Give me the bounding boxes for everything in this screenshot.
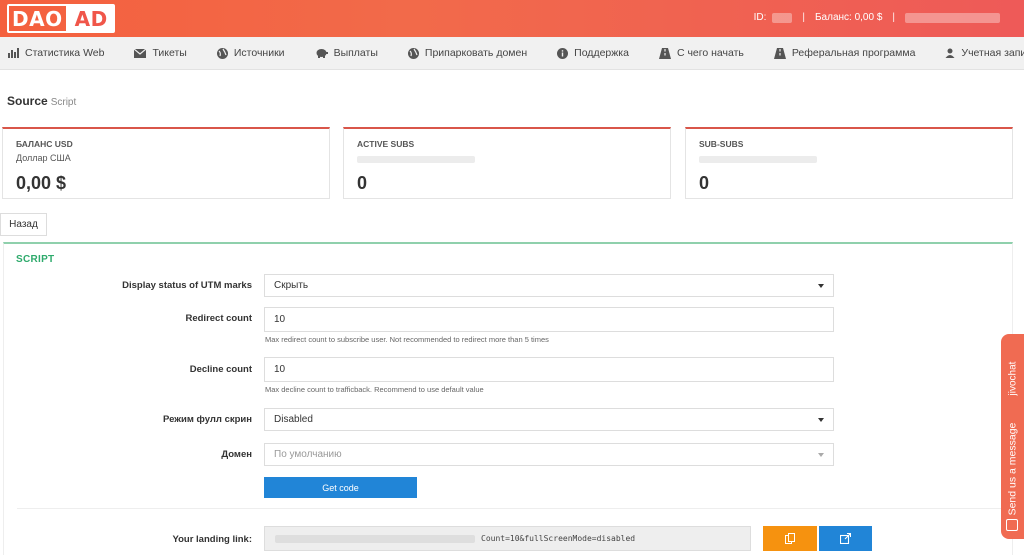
card-label: SUB-SUBS (699, 139, 744, 149)
redirect-count-input[interactable]: 10 (264, 307, 834, 332)
nav-item-getting-started[interactable]: С чего начать (658, 47, 744, 59)
card-value: 0 (699, 173, 710, 193)
panel-title: SCRIPT (16, 254, 55, 265)
domain-label: Домен (221, 449, 252, 460)
redirect-count-label: Redirect count (185, 313, 252, 324)
divider (17, 508, 1009, 509)
chat-icon (1006, 519, 1018, 531)
card-sub-hidden (357, 156, 475, 163)
landing-link-value: Count=10&fullScreenMode=disabled (481, 534, 636, 543)
chat-message-label: Send us a message (1006, 422, 1019, 516)
page-title: Source Script (7, 94, 76, 108)
nav-label: Реферальная программа (791, 47, 916, 59)
fullscreen-mode-label: Режим фулл скрин (163, 414, 252, 425)
decline-count-label: Decline count (189, 364, 252, 375)
user-icon (945, 48, 955, 58)
account-summary: ID: | Баланс: 0,00 $ | (754, 12, 1000, 23)
copy-link-button[interactable] (763, 526, 817, 551)
utm-status-select[interactable]: Скрыть (264, 274, 834, 297)
globe-icon (216, 47, 228, 59)
card-value: 0,00 $ (16, 173, 67, 193)
road-icon (658, 47, 671, 59)
chat-widget[interactable]: jivochat Send us a message (1001, 334, 1024, 539)
input-value: 10 (274, 364, 286, 375)
main-nav: Статистика Web Тикеты Источники Выплаты … (0, 37, 1024, 70)
top-bar: DAO AD ID: | Баланс: 0,00 $ | (0, 0, 1024, 37)
landing-link-hidden-part (275, 534, 475, 543)
nav-label: Выплаты (333, 47, 378, 59)
user-id-label: ID: (753, 12, 767, 23)
separator: | (892, 12, 895, 23)
nav-item-account[interactable]: Учетная запись (945, 47, 1024, 59)
card-value: 0 (357, 173, 368, 193)
stat-card-sub-subs: SUB-SUBS 0 (685, 127, 1013, 199)
landing-link-field[interactable]: Count=10&fullScreenMode=disabled (264, 526, 751, 551)
copy-icon (785, 533, 795, 544)
nav-item-referral[interactable]: Реферальная программа (773, 47, 916, 59)
card-sub-hidden (699, 156, 817, 163)
nav-label: Учетная запись (961, 47, 1024, 59)
select-value: Disabled (274, 414, 313, 425)
chat-widget-message: Send us a message (1001, 414, 1024, 524)
user-email[interactable] (905, 12, 1000, 23)
redirect-count-help: Max redirect count to subscribe user. No… (265, 335, 549, 344)
balance-label: Баланс: 0,00 $ (814, 12, 883, 23)
nav-label: С чего начать (676, 47, 744, 59)
logo[interactable]: DAO AD (7, 4, 115, 33)
nav-label: Источники (233, 47, 285, 59)
nav-label: Поддержка (574, 47, 629, 59)
nav-label: Припарковать домен (424, 47, 528, 59)
bar-chart-icon (8, 48, 19, 58)
card-label: ACTIVE SUBS (357, 139, 415, 149)
landing-link-label: Your landing link: (172, 534, 252, 545)
nav-item-payouts[interactable]: Выплаты (315, 47, 378, 59)
separator: | (802, 12, 805, 23)
decline-count-help: Max decline count to trafficback. Recomm… (265, 385, 484, 394)
card-sub: Доллар США (16, 153, 71, 163)
nav-item-sources[interactable]: Источники (216, 47, 285, 59)
back-button[interactable]: Назад (0, 213, 47, 236)
page-title-main: Source (7, 94, 48, 108)
input-value: 10 (274, 314, 286, 325)
chat-brand-label: jivochat (1007, 361, 1018, 395)
logo-dao: DAO (7, 4, 68, 33)
card-label: БАЛАНС USD (16, 139, 73, 149)
globe-icon (407, 47, 419, 59)
utm-label: Display status of UTM marks (122, 280, 252, 291)
piggy-bank-icon (316, 49, 328, 58)
stat-card-active-subs: ACTIVE SUBS 0 (343, 127, 671, 199)
nav-item-tickets[interactable]: Тикеты (134, 47, 187, 59)
chat-widget-brand: jivochat (1001, 348, 1024, 408)
info-icon (557, 47, 569, 59)
stat-card-balance: БАЛАНС USD Доллар США 0,00 $ (2, 127, 330, 199)
nav-label: Тикеты (152, 47, 187, 59)
open-link-button[interactable] (819, 526, 872, 551)
road-icon (773, 47, 786, 59)
select-placeholder: По умолчанию (274, 449, 342, 460)
decline-count-input[interactable]: 10 (264, 357, 834, 382)
select-value: Скрыть (274, 280, 309, 291)
nav-item-park-domain[interactable]: Припарковать домен (407, 47, 528, 59)
domain-select[interactable]: По умолчанию (264, 443, 834, 466)
nav-item-support[interactable]: Поддержка (557, 47, 629, 59)
external-link-icon (840, 533, 851, 544)
logo-ad: AD (67, 4, 115, 33)
fullscreen-mode-select[interactable]: Disabled (264, 408, 834, 431)
nav-item-stats[interactable]: Статистика Web (8, 47, 104, 59)
envelope-icon (134, 48, 147, 58)
page-title-sub: Script (50, 97, 77, 108)
nav-label: Статистика Web (25, 47, 105, 59)
get-code-button[interactable]: Get code (264, 477, 417, 498)
user-id-value (772, 12, 793, 23)
